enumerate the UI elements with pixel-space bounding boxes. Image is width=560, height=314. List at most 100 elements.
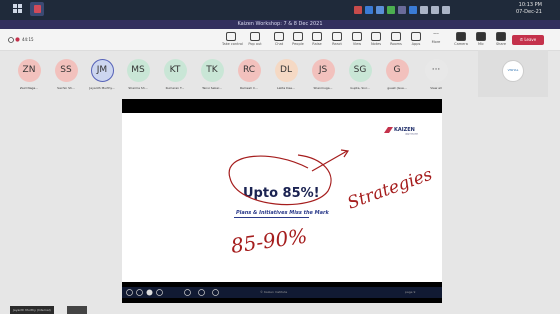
shared-screen: KAIZEN INSTITUTE Upto 85%! Plans & Initi… bbox=[122, 99, 442, 303]
participant-name: Ramesh C... bbox=[240, 86, 258, 90]
pop-out-button[interactable]: Pop out bbox=[246, 32, 264, 48]
participant-avatar: KT bbox=[163, 59, 187, 82]
participant-name: Gupta, Sivr... bbox=[350, 86, 370, 90]
settings-icon[interactable] bbox=[198, 289, 205, 296]
view-label: View bbox=[352, 42, 362, 46]
tray-app-icon[interactable] bbox=[409, 6, 417, 14]
volume-icon[interactable] bbox=[442, 6, 450, 14]
presenter-options[interactable] bbox=[67, 306, 87, 314]
clock-date: 07-Dec-21 bbox=[515, 9, 542, 15]
view-icon bbox=[352, 32, 362, 41]
presentation-control-bar: © Kaizen Institute page 9 bbox=[122, 287, 442, 298]
react-label: React bbox=[332, 42, 342, 46]
participant-tile[interactable]: RC Ramesh C... bbox=[235, 59, 263, 90]
self-video-tile[interactable]: VISHAL bbox=[478, 50, 548, 97]
teams-taskbar-icon[interactable] bbox=[30, 2, 44, 16]
shield-icon[interactable] bbox=[8, 37, 14, 43]
participant-tile[interactable]: JM Jayanth Murthy... bbox=[88, 59, 116, 90]
participant-name: View all bbox=[430, 86, 442, 90]
apps-button[interactable]: Apps bbox=[407, 32, 425, 48]
participant-name: Lalita Dee... bbox=[276, 86, 295, 90]
options-icon[interactable] bbox=[212, 289, 219, 296]
mic-button[interactable]: Mic bbox=[472, 32, 490, 48]
participant-tile[interactable]: ZN Zaid Naga... bbox=[15, 59, 43, 90]
participant-name: Zaid Naga... bbox=[19, 86, 39, 90]
participant-avatar: JM bbox=[90, 59, 114, 82]
participant-tile[interactable]: DL Lalita Dee... bbox=[272, 59, 300, 90]
raise-hand-label: Raise bbox=[312, 42, 322, 46]
participant-tile[interactable]: ··· View all bbox=[422, 59, 450, 90]
ink-annotations: Strategies 85-90% bbox=[228, 149, 435, 258]
participant-avatar: TK bbox=[200, 59, 224, 82]
participant-tile[interactable]: TK Tanvi Sekar... bbox=[198, 59, 226, 90]
people-button[interactable]: People bbox=[289, 32, 307, 48]
pen-icon[interactable] bbox=[146, 289, 153, 296]
participant-avatar: DL bbox=[274, 59, 298, 82]
tray-app-icon[interactable] bbox=[376, 6, 384, 14]
tray-app-icon[interactable] bbox=[354, 6, 362, 14]
leave-label: Leave bbox=[524, 37, 537, 42]
participant-tile[interactable]: SS Sachin Sh... bbox=[52, 59, 80, 90]
ink-circle bbox=[228, 154, 332, 206]
network-icon[interactable] bbox=[431, 6, 439, 14]
title-bar: Kaizen Workshop: 7 & 8 Dec 2021 bbox=[0, 20, 560, 29]
taskbar: 10:13 PM 07-Dec-21 bbox=[0, 0, 560, 20]
participant-row: ZN Zaid Naga... SS Sachin Sh... JM Jayanth Mu… bbox=[0, 50, 470, 97]
participant-tile[interactable]: MS Sharma Sh... bbox=[124, 59, 152, 90]
ink-percent-text: 85-90% bbox=[229, 224, 308, 258]
rooms-button[interactable]: Rooms bbox=[387, 32, 405, 48]
rooms-icon bbox=[391, 32, 401, 41]
ink-strategies-text: Strategies bbox=[345, 164, 435, 213]
more-button[interactable]: ··· More bbox=[427, 32, 445, 48]
next-slide-icon[interactable] bbox=[136, 289, 143, 296]
pointer-icon[interactable] bbox=[156, 289, 163, 296]
apps-label: Apps bbox=[411, 42, 421, 46]
mic-icon bbox=[476, 32, 486, 41]
notes-button[interactable]: Notes bbox=[367, 32, 385, 48]
tray-app-icon[interactable] bbox=[387, 6, 395, 14]
participant-avatar: JS bbox=[311, 59, 335, 82]
tray-app-icon[interactable] bbox=[420, 6, 428, 14]
more-icon: ··· bbox=[433, 31, 439, 38]
participant-name: Jayanth Murthy... bbox=[89, 86, 115, 90]
people-label: People bbox=[292, 42, 304, 46]
notes-label: Notes bbox=[370, 42, 382, 46]
share-icon bbox=[496, 32, 506, 41]
participant-avatar: MS bbox=[126, 59, 150, 82]
participant-tile[interactable]: Gguest (Gue... bbox=[383, 59, 411, 90]
participant-name: Kumaran T... bbox=[165, 86, 185, 90]
take-control-button[interactable]: Take control bbox=[222, 32, 244, 48]
tray-app-icon[interactable] bbox=[398, 6, 406, 14]
slide: KAIZEN INSTITUTE Upto 85%! Plans & Initi… bbox=[122, 113, 442, 282]
tray-app-icon[interactable] bbox=[365, 6, 373, 14]
system-tray bbox=[354, 4, 450, 16]
slide-footer-page: page 9 bbox=[405, 290, 416, 294]
participant-tile[interactable]: JS Shanmuga... bbox=[309, 59, 337, 90]
zoom-icon[interactable] bbox=[184, 289, 191, 296]
slide-footer-center: © Kaizen Institute bbox=[260, 290, 288, 294]
meeting-timer: 44:15 bbox=[22, 37, 34, 42]
share-button[interactable]: Share bbox=[492, 32, 510, 48]
participant-tile[interactable]: KT Kumaran T... bbox=[161, 59, 189, 90]
leave-button[interactable]: ✆ Leave bbox=[512, 35, 544, 45]
clock[interactable]: 10:13 PM 07-Dec-21 bbox=[516, 2, 542, 16]
raise-hand-button[interactable]: Raise bbox=[308, 32, 326, 48]
chat-button[interactable]: Chat bbox=[270, 32, 288, 48]
clock-time: 10:13 PM bbox=[518, 2, 542, 8]
windows-start-icon[interactable] bbox=[12, 3, 24, 15]
presenter-name-tag: Jayanth Murthy (Internal) bbox=[10, 306, 54, 314]
participant-tile[interactable]: SG Gupta, Sivr... bbox=[346, 59, 374, 90]
mic-label: Mic bbox=[478, 42, 484, 46]
view-button[interactable]: View bbox=[348, 32, 366, 48]
camera-button[interactable]: Camera bbox=[452, 32, 470, 48]
people-icon bbox=[293, 32, 303, 41]
camera-label: Camera bbox=[454, 42, 468, 46]
react-button[interactable]: React bbox=[328, 32, 346, 48]
meeting-toolbar: 44:15 Take control Pop out Chat People R… bbox=[0, 29, 560, 51]
share-label: Share bbox=[495, 42, 507, 46]
participant-name: Sharma Sh... bbox=[128, 86, 148, 90]
participant-avatar: ··· bbox=[424, 59, 448, 82]
react-icon bbox=[332, 32, 342, 41]
previous-slide-icon[interactable] bbox=[126, 289, 133, 296]
take-control-label: Take control bbox=[222, 42, 244, 46]
